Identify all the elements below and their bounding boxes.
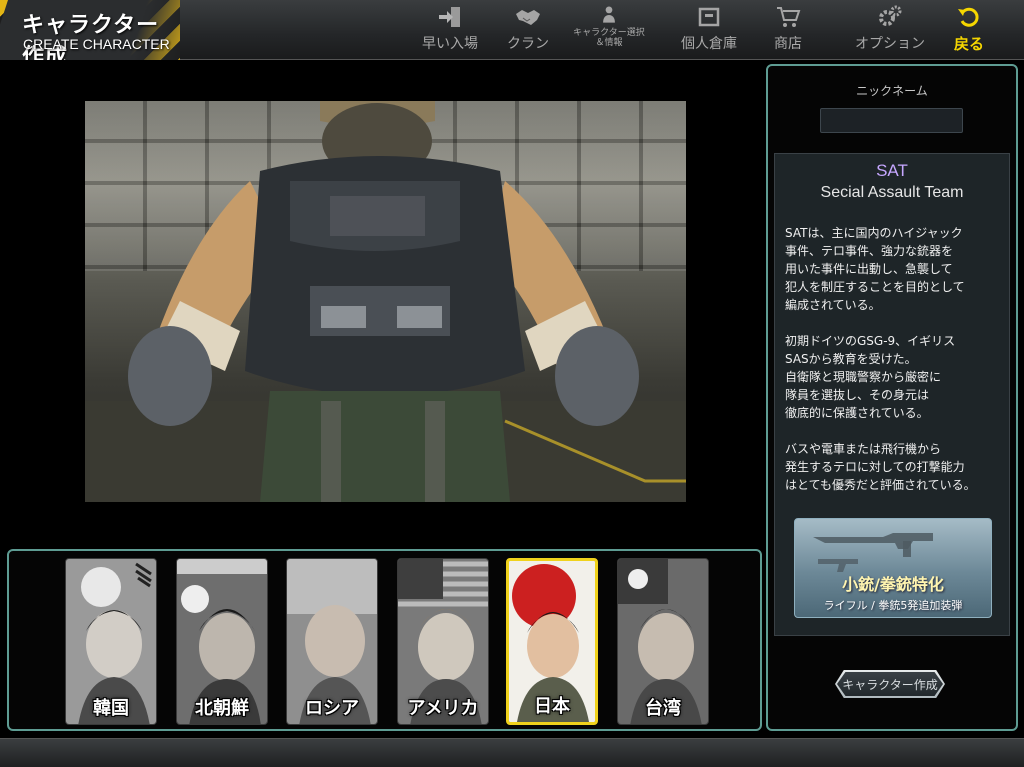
character-label-north-korea: 北朝鮮 [195,698,249,719]
character-card-north-korea[interactable]: 北朝鮮 [176,558,268,725]
character-card-usa[interactable]: アメリカ [397,558,489,725]
info-icon [603,6,615,23]
create-character-button-label: キャラクター作成 [842,677,938,692]
character-preview [85,101,686,502]
nav-back[interactable]: 戻る [924,4,1014,58]
team-description: SATは、主に国内のハイジャック 事件、テロ事件、強力な銃器を 用いた事件に出動… [785,226,976,492]
title-banner: キャラクター作成 CREATE CHARACTER [0,0,180,60]
character-card-taiwan[interactable]: 台湾 [617,558,709,725]
character-label-japan: 日本 [534,696,570,717]
handshake-icon [516,10,540,25]
nav-shop-label: 商店 [774,36,802,52]
character-label-usa: アメリカ [407,698,479,719]
character-info-panel: ニックネーム SAT Secial Assault Team SATは、主に国内… [766,64,1018,731]
team-info-box: SAT Secial Assault Team SATは、主に国内のハイジャック… [774,153,1010,636]
character-card-russia[interactable]: ロシア [286,558,378,725]
quick-enter-icon [439,7,460,27]
page-title: キャラクター作成 [22,13,160,60]
nav-clan-label: クラン [507,36,549,52]
nav-clan[interactable]: クラン [483,4,573,58]
bottom-bar [0,738,1024,767]
nickname-input[interactable] [820,108,963,133]
nav-back-label: 戻る [953,35,984,53]
warehouse-icon [698,7,720,27]
team-name: Secial Assault Team [820,184,964,201]
weapon-specialty-title: 小銃/拳銃特化 [842,575,944,594]
nav-options[interactable]: オプション [845,4,935,58]
character-card-japan[interactable]: 日本 [506,558,598,725]
create-character-button[interactable]: キャラクター作成 [835,670,945,698]
nav-options-label: オプション [855,36,925,52]
page-subtitle: CREATE CHARACTER [23,36,170,52]
back-arrow-icon [958,7,979,27]
character-label-russia: ロシア [305,698,359,719]
character-label-taiwan: 台湾 [645,698,681,719]
cart-icon [777,7,801,27]
character-label-korea: 韓国 [93,698,129,719]
rifle-pistol-icon [813,533,933,572]
nickname-label: ニックネーム [856,84,928,98]
nav-quick-enter[interactable]: 早い入場 [405,4,495,58]
weapon-specialty-subtitle: ライフル / 拳銃5発追加装弾 [823,599,963,612]
weapon-specialty-badge: 小銃/拳銃特化 ライフル / 拳銃5発追加装弾 [794,518,992,618]
character-card-korea[interactable]: 韓国 [65,558,157,725]
nav-character-info[interactable]: キャラクター選択 ＆情報 [564,4,654,58]
top-bar: キャラクター作成 CREATE CHARACTER 早い入場 クラン キャラクタ… [0,0,1024,60]
character-select-strip: 韓国 北朝鮮 ロシア アメリカ 日本 台湾 [7,549,762,731]
character-back-view [85,101,686,502]
nav-warehouse-label: 個人倉庫 [681,36,737,52]
nav-quick-enter-label: 早い入場 [422,36,478,52]
nav-shop[interactable]: 商店 [743,4,833,58]
gears-icon [879,5,902,26]
nav-character-info-label: キャラクター選択 ＆情報 [573,28,645,48]
nav-warehouse[interactable]: 個人倉庫 [664,4,754,58]
team-code: SAT [876,161,908,180]
